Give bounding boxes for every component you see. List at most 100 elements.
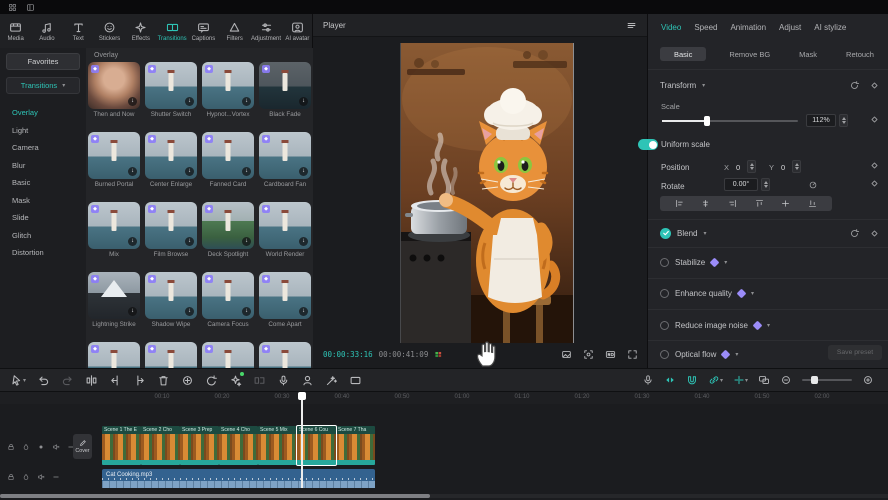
transition-thumbnail[interactable]: ◆↓ <box>145 62 197 109</box>
sidebar-item-light[interactable]: Light <box>0 122 86 140</box>
timeline-clip[interactable]: Scene 3 Prep <box>180 426 219 465</box>
sidebar-item-mask[interactable]: Mask <box>0 192 86 210</box>
gallery-item[interactable]: ◆↓Camera Focus <box>202 272 254 328</box>
tab-text[interactable]: Text <box>63 21 94 42</box>
playhead-handle[interactable] <box>298 392 306 400</box>
reverse-icon[interactable] <box>205 374 218 387</box>
scale-slider-handle[interactable] <box>704 116 710 126</box>
mute-icon[interactable] <box>37 473 45 481</box>
gallery-item[interactable]: ◆↓Deck Spotlight <box>202 202 254 258</box>
overlay-rect-icon[interactable] <box>349 374 362 387</box>
transition-thumbnail[interactable]: ◆↓ <box>259 132 311 179</box>
rotate-dial-icon[interactable] <box>808 180 818 190</box>
checkbox-circle[interactable] <box>660 258 669 267</box>
timeline-clip[interactable]: Scene 4 Cho <box>219 426 258 465</box>
gallery-item[interactable]: ◆↓Mix <box>88 202 140 258</box>
section-reduce-image-noise[interactable]: Reduce image noise▾ <box>660 318 880 332</box>
transition-thumbnail[interactable]: ◆↓ <box>88 202 140 249</box>
section-enhance-quality[interactable]: Enhance quality▾ <box>660 286 880 300</box>
scan-focus-icon[interactable] <box>583 349 594 360</box>
mic-icon[interactable] <box>642 374 654 386</box>
subtab-remove-bg[interactable]: Remove BG <box>723 47 776 61</box>
align-top-icon[interactable] <box>755 199 764 208</box>
gallery-item[interactable]: ◆↓Shadow Wipe <box>145 272 197 328</box>
mute-icon[interactable] <box>52 443 60 451</box>
align-left-icon[interactable] <box>675 199 684 208</box>
collapse-icon[interactable] <box>52 473 60 481</box>
section-stabilize[interactable]: Stabilize▾ <box>660 255 880 269</box>
transition-thumbnail[interactable]: ◆↓ <box>88 62 140 109</box>
zoom-in-icon[interactable] <box>862 374 874 386</box>
tab-effects[interactable]: Effects <box>125 21 156 42</box>
uniform-scale-toggle[interactable] <box>638 139 658 150</box>
blend-section[interactable]: Blend▾ <box>660 226 880 240</box>
blend-checkbox[interactable] <box>660 228 671 239</box>
delete-icon[interactable] <box>157 374 170 387</box>
position-y-value[interactable]: 0 <box>781 163 785 172</box>
transition-thumbnail[interactable]: ◆↓ <box>202 202 254 249</box>
rotate-keyframe-icon[interactable] <box>869 178 880 189</box>
link-toggle-icon[interactable]: ▾ <box>708 374 723 386</box>
position-x-stepper[interactable] <box>747 160 756 173</box>
transition-thumbnail[interactable]: ◆↓ <box>145 202 197 249</box>
freeze-icon[interactable] <box>181 374 194 387</box>
transition-thumbnail[interactable]: ◆↓ <box>88 132 140 179</box>
tab-speed[interactable]: Speed <box>694 23 717 32</box>
tab-adjustment[interactable]: Adjustment <box>250 21 281 42</box>
save-preset-button[interactable]: Save preset <box>828 345 882 360</box>
gallery-item[interactable]: ◆↓Center Enlarge <box>145 132 197 188</box>
transition-thumbnail[interactable]: ◆↓ <box>145 132 197 179</box>
subtab-mask[interactable]: Mask <box>793 47 823 61</box>
transition-thumbnail[interactable]: ◆↓ <box>259 202 311 249</box>
tab-audio[interactable]: Audio <box>31 21 62 42</box>
checkbox-circle[interactable] <box>660 289 669 298</box>
droplet-icon[interactable] <box>22 473 30 481</box>
transition-thumbnail[interactable]: ◆↓ <box>259 272 311 319</box>
gallery-item[interactable]: ◆ <box>145 342 197 368</box>
timeline-zoom-slider[interactable] <box>802 379 852 381</box>
transition-thumbnail[interactable]: ◆↓ <box>202 132 254 179</box>
collection-dropdown[interactable]: Transitions▾ <box>6 77 80 94</box>
sidebar-item-overlay[interactable]: Overlay <box>0 104 86 122</box>
transition-thumbnail[interactable]: ◆ <box>202 342 254 368</box>
gallery-item[interactable]: ◆↓Then and Now <box>88 62 140 118</box>
transition-thumbnail[interactable]: ◆↓ <box>202 62 254 109</box>
position-y-stepper[interactable] <box>792 160 801 173</box>
transition-thumbnail[interactable]: ◆ <box>145 342 197 368</box>
gallery-item[interactable]: ◆↓Lightning Strike <box>88 272 140 328</box>
ai-effects-icon[interactable] <box>229 374 242 387</box>
checkbox-circle[interactable] <box>660 350 669 359</box>
align-bottom-icon[interactable] <box>808 199 817 208</box>
timeline-ruler[interactable]: 00:1000:2000:3000:4000:5001:0001:1001:20… <box>0 392 888 404</box>
align-right-icon[interactable] <box>728 199 737 208</box>
transition-thumbnail[interactable]: ◆↓ <box>145 272 197 319</box>
sidebar-item-basic[interactable]: Basic <box>0 174 86 192</box>
apps-icon[interactable] <box>8 3 17 12</box>
gallery-item[interactable]: ◆↓Cardboard Fan <box>259 132 311 188</box>
timeline-clip[interactable]: Scene 1 The E <box>102 426 141 465</box>
gallery-item[interactable]: ◆↓Black Fade <box>259 62 311 118</box>
transition-thumbnail[interactable]: ◆ <box>259 342 311 368</box>
align-center-h-icon[interactable] <box>701 199 710 208</box>
keyframe-icon[interactable] <box>869 80 880 91</box>
zoom-out-icon[interactable] <box>780 374 792 386</box>
lock-icon[interactable] <box>7 443 15 451</box>
transition-thumbnail[interactable]: ◆ <box>88 342 140 368</box>
favorites-button[interactable]: Favorites <box>6 53 80 70</box>
subtab-retouch[interactable]: Retouch <box>840 47 880 61</box>
tab-ai-avatar[interactable]: AI avatar <box>282 21 313 42</box>
position-x-value[interactable]: 0 <box>736 163 740 172</box>
smart-wand-icon[interactable] <box>325 374 338 387</box>
align-middle-icon[interactable] <box>781 199 790 208</box>
scale-keyframe-icon[interactable] <box>869 114 880 125</box>
gallery-item[interactable]: ◆↓Shutter Switch <box>145 62 197 118</box>
position-keyframe-icon[interactable] <box>869 160 880 171</box>
layout-icon[interactable] <box>26 3 35 12</box>
reset-icon[interactable] <box>849 80 860 91</box>
droplet-icon[interactable] <box>22 443 30 451</box>
sidebar-item-blur[interactable]: Blur <box>0 157 86 175</box>
magnet-icon[interactable] <box>686 374 698 386</box>
tab-media[interactable]: Media <box>0 21 31 42</box>
tab-adjust[interactable]: Adjust <box>779 23 801 32</box>
scale-stepper[interactable] <box>839 114 848 127</box>
